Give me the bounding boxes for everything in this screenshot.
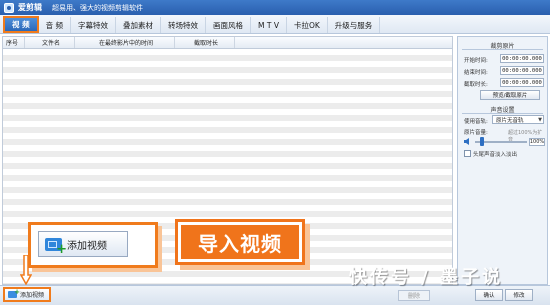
- end-time-input[interactable]: 00:00:00.000: [500, 66, 544, 75]
- column-cut-duration[interactable]: 截取时长: [175, 37, 235, 48]
- callout-add-video-label: 添加视频: [67, 240, 107, 252]
- confirm-button[interactable]: 确认: [475, 289, 503, 301]
- preview-cut-button[interactable]: 预览/截取原片: [480, 90, 540, 100]
- tab-karaoke[interactable]: 卡拉OK: [287, 17, 328, 33]
- tab-audio[interactable]: 音 频: [39, 17, 72, 33]
- track-label: 使用音轨:: [464, 119, 488, 125]
- duration-label: 截取时长:: [464, 82, 488, 88]
- duration-input[interactable]: 00:00:00.000: [500, 78, 544, 87]
- add-video-button[interactable]: 添加视频: [3, 287, 51, 302]
- tab-video[interactable]: 视 频: [3, 16, 39, 33]
- app-name: 爱剪辑: [18, 3, 42, 12]
- tab-overlay[interactable]: 叠加素材: [116, 17, 162, 33]
- add-video-label: 添加视频: [20, 292, 45, 299]
- fade-label: 头尾声音淡入淡出: [473, 152, 518, 158]
- callout-import-video: 导入视频: [178, 222, 302, 262]
- volume-value[interactable]: 100%: [529, 138, 545, 146]
- column-time-in-film[interactable]: 在最终影片中的时间: [75, 37, 175, 48]
- tab-transitions[interactable]: 转场特效: [161, 17, 207, 33]
- chevron-down-icon: ▼: [538, 117, 542, 123]
- divider: [462, 113, 543, 114]
- column-filename[interactable]: 文件名: [25, 37, 75, 48]
- delete-button[interactable]: 删除: [398, 290, 430, 301]
- watermark-text: 快传号 / 墨子说: [349, 267, 504, 288]
- tab-upgrade-service[interactable]: 升级与服务: [328, 17, 381, 33]
- video-list-header: 序号 文件名 在最终影片中的时间 截取时长: [2, 36, 453, 49]
- add-video-icon: [45, 237, 67, 257]
- callout-add-video: 添加视频: [28, 222, 158, 268]
- tab-subtitle-effects[interactable]: 字幕特效: [71, 17, 117, 33]
- add-video-button-enlarged: 添加视频: [38, 231, 128, 257]
- edit-button[interactable]: 修改: [505, 289, 533, 301]
- app-slogan: 超易用、强大的视频剪辑软件: [52, 3, 143, 12]
- add-video-icon: [8, 288, 20, 298]
- fade-checkbox[interactable]: [464, 150, 471, 157]
- title-bar: 爱剪辑 超易用、强大的视频剪辑软件: [0, 0, 550, 15]
- volume-label: 原片音量:: [464, 130, 488, 136]
- main-tabs: 视 频 音 频 字幕特效 叠加素材 转场特效 画面风格 M T V 卡拉OK 升…: [0, 15, 550, 34]
- tab-styles[interactable]: 画面风格: [206, 17, 252, 33]
- audio-track-value: 原片无音轨: [496, 117, 524, 124]
- column-index[interactable]: 序号: [3, 37, 25, 48]
- volume-slider-handle[interactable]: [480, 137, 484, 146]
- end-time-label: 结束时间:: [464, 70, 488, 76]
- settings-panel: 裁剪原片 开始时间: 00:00:00.000 结束时间: 00:00:00.0…: [457, 36, 548, 285]
- audio-track-select[interactable]: 原片无音轨 ▼: [492, 115, 544, 124]
- start-time-input[interactable]: 00:00:00.000: [500, 54, 544, 63]
- app-logo-icon: [4, 2, 14, 13]
- divider: [462, 49, 543, 50]
- start-time-label: 开始时间:: [464, 58, 488, 64]
- tab-mtv[interactable]: M T V: [251, 17, 287, 33]
- speaker-icon: [464, 138, 469, 145]
